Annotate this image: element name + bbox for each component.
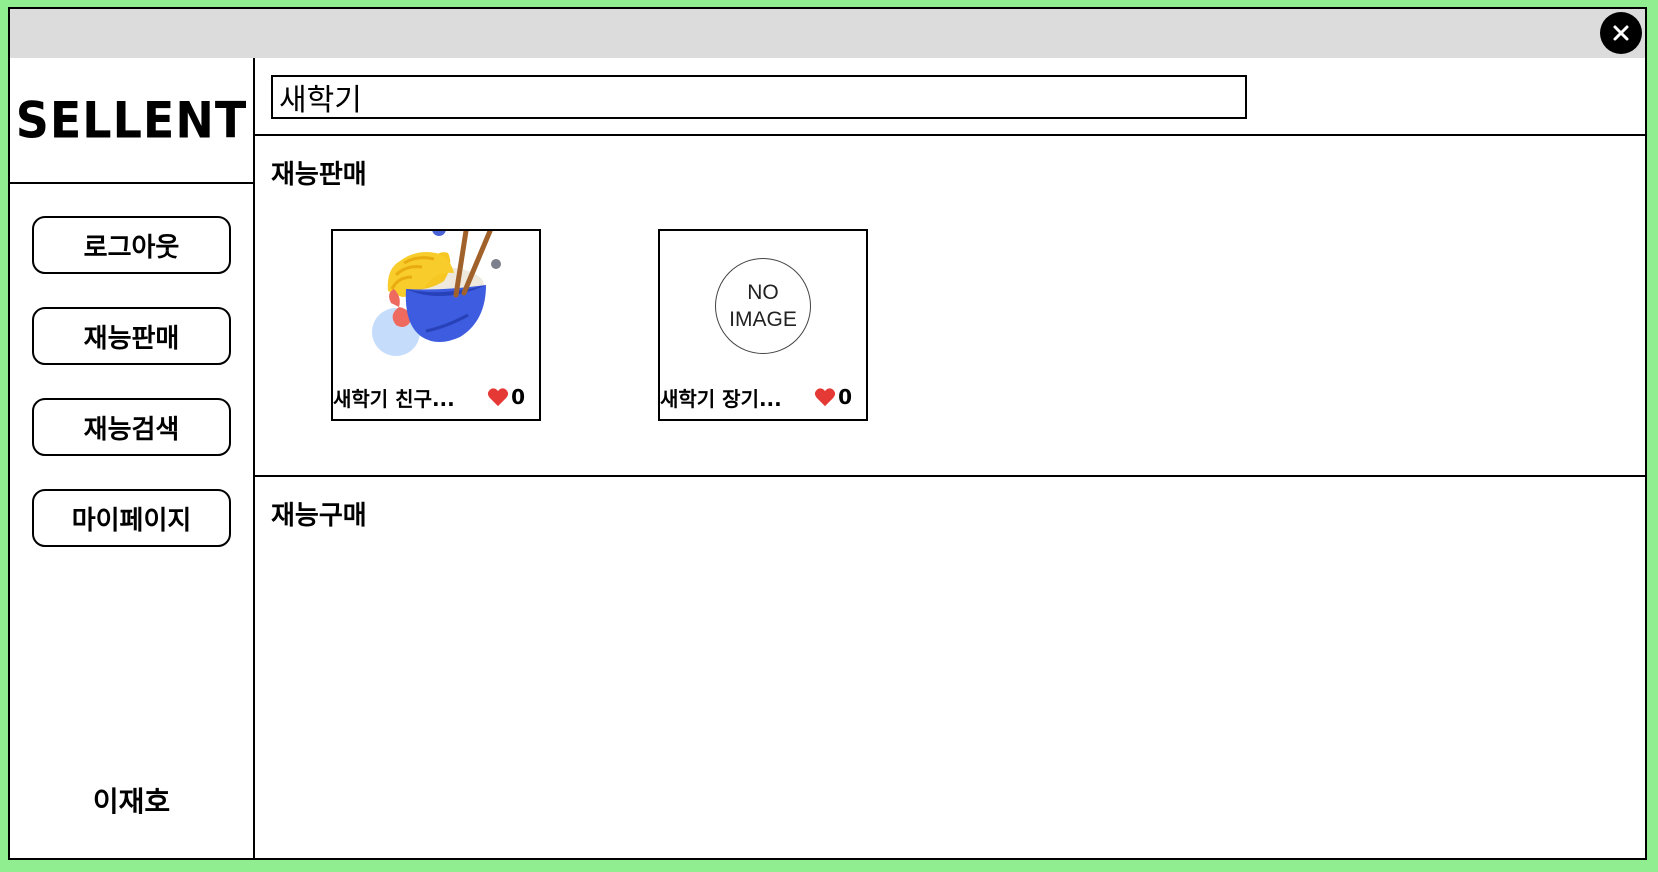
food-bowl-illustration-icon bbox=[372, 231, 501, 356]
heart-icon bbox=[487, 388, 509, 407]
card-footer: 새학기 친구... 0 bbox=[333, 383, 539, 411]
close-button[interactable] bbox=[1600, 12, 1642, 54]
card-title: 새학기 친구... bbox=[333, 386, 455, 411]
search-bar bbox=[255, 58, 1645, 136]
card-title: 새학기 장기... bbox=[660, 386, 782, 411]
sell-talent-button[interactable]: 재능판매 bbox=[32, 307, 231, 365]
card-image bbox=[333, 231, 539, 381]
talent-card[interactable]: 새학기 친구... 0 bbox=[331, 229, 541, 421]
logout-button[interactable]: 로그아웃 bbox=[32, 216, 231, 274]
no-image-placeholder: NO IMAGE bbox=[715, 258, 811, 354]
like-count-value: 0 bbox=[511, 385, 525, 409]
search-talent-button[interactable]: 재능검색 bbox=[32, 398, 231, 456]
search-input[interactable] bbox=[271, 75, 1247, 119]
buy-section-title: 재능구매 bbox=[271, 501, 367, 531]
app-window: SELLENT 로그아웃 재능판매 재능검색 마이페이지 이재호 재능판매 bbox=[8, 7, 1647, 860]
talent-card[interactable]: NO IMAGE 새학기 장기... 0 bbox=[658, 229, 868, 421]
heart-icon bbox=[814, 388, 836, 407]
like-count[interactable]: 0 bbox=[814, 385, 852, 409]
mypage-button[interactable]: 마이페이지 bbox=[32, 489, 231, 547]
sidebar-nav: 로그아웃 재능판매 재능검색 마이페이지 bbox=[10, 184, 253, 547]
sell-section: 재능판매 새학기 친구... 0 NO IMAGE 새학기 장기... 0 bbox=[255, 136, 1645, 477]
logo-area: SELLENT bbox=[10, 58, 253, 184]
sidebar: SELLENT 로그아웃 재능판매 재능검색 마이페이지 이재호 bbox=[10, 58, 255, 858]
card-image: NO IMAGE bbox=[660, 231, 866, 381]
logo[interactable]: SELLENT bbox=[16, 91, 247, 149]
username: 이재호 bbox=[92, 785, 171, 818]
like-count[interactable]: 0 bbox=[487, 385, 525, 409]
title-bar bbox=[10, 9, 1645, 58]
card-footer: 새학기 장기... 0 bbox=[660, 383, 866, 411]
sell-section-title: 재능판매 bbox=[271, 160, 367, 190]
close-icon bbox=[1613, 25, 1629, 41]
main-content: 재능판매 bbox=[255, 58, 1645, 858]
like-count-value: 0 bbox=[838, 385, 852, 409]
